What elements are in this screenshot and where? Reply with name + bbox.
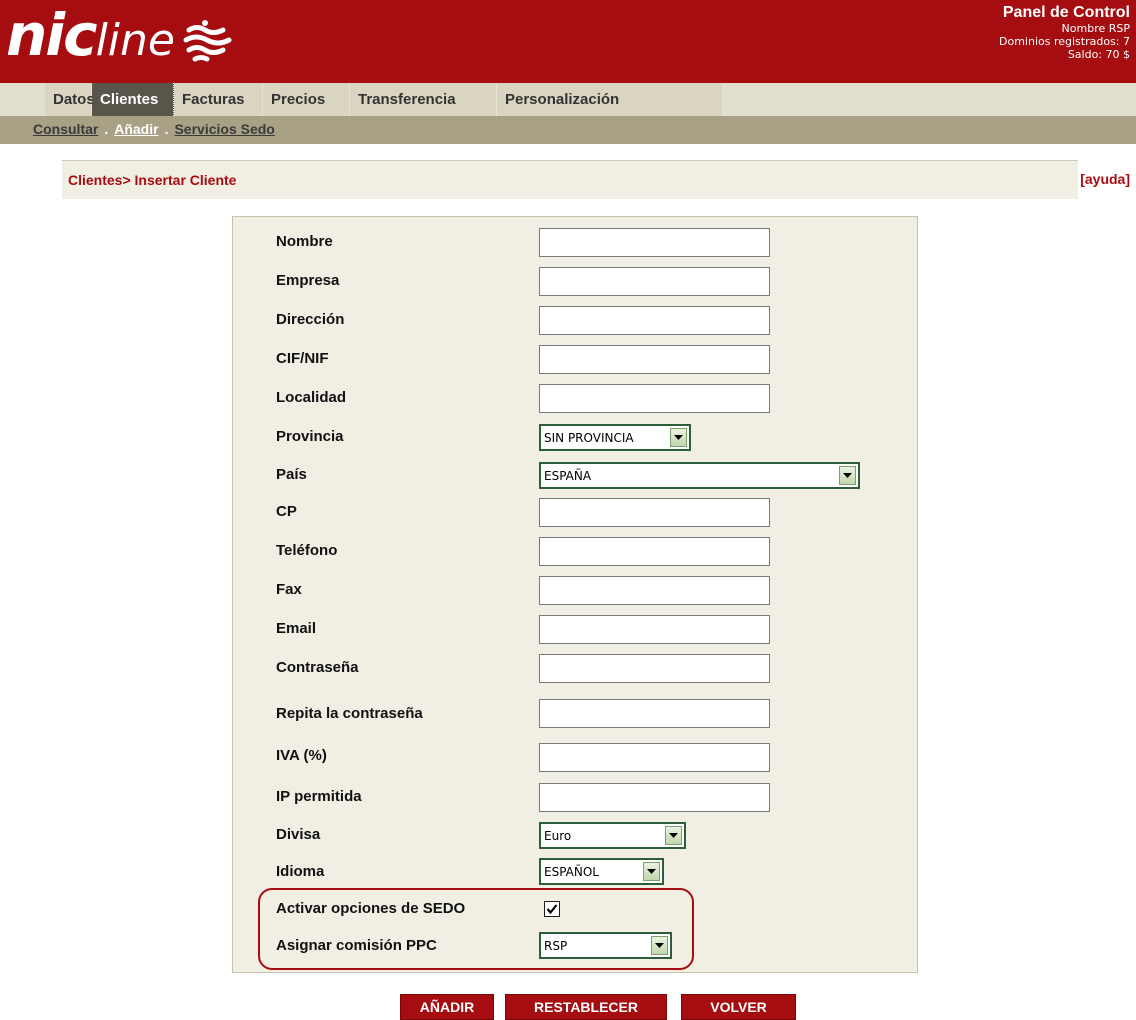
- ip-field[interactable]: [539, 783, 770, 812]
- provincia-select[interactable]: SIN PROVINCIA: [539, 424, 691, 451]
- telefono-field[interactable]: [539, 537, 770, 566]
- label-iva: IVA (%): [276, 747, 327, 764]
- idioma-select[interactable]: ESPAÑOL: [539, 858, 664, 885]
- label-provincia: Provincia: [276, 428, 344, 445]
- nicline-logo[interactable]: nicline: [6, 6, 233, 76]
- panel-info: Panel de Control Nombre RSP Dominios reg…: [999, 4, 1130, 61]
- chevron-down-icon[interactable]: [643, 862, 660, 881]
- user-name: Nombre RSP: [1061, 22, 1130, 35]
- submenu-separator: .: [104, 121, 109, 137]
- logo-text: nicline: [6, 1, 175, 69]
- checkmark-icon: [546, 904, 558, 915]
- label-email: Email: [276, 620, 317, 637]
- cif-field[interactable]: [539, 345, 770, 374]
- idioma-value: ESPAÑOL: [544, 864, 599, 879]
- submenu-separator: .: [164, 121, 169, 137]
- menu-item-clientes[interactable]: Clientes: [92, 83, 174, 116]
- label-ip: IP permitida: [276, 788, 362, 805]
- reset-button[interactable]: RESTABLECER: [505, 994, 667, 1020]
- breadcrumb: Clientes> Insertar Cliente: [68, 172, 237, 188]
- label-fax: Fax: [276, 581, 302, 598]
- password-field[interactable]: [539, 654, 770, 683]
- chevron-down-icon[interactable]: [665, 826, 682, 845]
- label-direccion: Dirección: [276, 311, 345, 328]
- sedo-checkbox[interactable]: [544, 901, 560, 917]
- localidad-field[interactable]: [539, 384, 770, 413]
- balance: Saldo: 70 $: [1067, 48, 1130, 61]
- pais-value: ESPAÑA: [544, 468, 592, 483]
- add-button[interactable]: AÑADIR: [400, 994, 494, 1020]
- label-divisa: Divisa: [276, 826, 321, 843]
- submenu-anadir[interactable]: Añadir: [114, 121, 158, 137]
- pais-select[interactable]: ESPAÑA: [539, 462, 860, 489]
- label-repita: Repita la contraseña: [276, 705, 423, 722]
- help-link[interactable]: [ayuda]: [1080, 171, 1130, 187]
- menu-item-personalizacion[interactable]: Personalización: [497, 83, 722, 116]
- chevron-down-icon[interactable]: [839, 466, 856, 485]
- ppc-value: RSP: [544, 938, 568, 953]
- domains-count: Dominios registrados: 7: [999, 35, 1130, 48]
- header-bar: nicline Panel de Control Nombre RSP Domi…: [0, 0, 1136, 83]
- label-idioma: Idioma: [276, 863, 325, 880]
- nombre-field[interactable]: [539, 228, 770, 257]
- menu-item-facturas[interactable]: Facturas: [174, 83, 263, 116]
- label-ppc: Asignar comisión PPC: [276, 937, 437, 954]
- divisa-value: Euro: [544, 828, 572, 843]
- label-cp: CP: [276, 503, 297, 520]
- ppc-select[interactable]: RSP: [539, 932, 672, 959]
- back-button[interactable]: VOLVER: [681, 994, 796, 1020]
- main-menu: Datos Clientes Facturas Precios Transfer…: [0, 83, 1136, 116]
- submenu-servicios-sedo[interactable]: Servicios Sedo: [174, 121, 274, 137]
- main-menu-items: Datos Clientes Facturas Precios Transfer…: [45, 83, 722, 116]
- email-field[interactable]: [539, 615, 770, 644]
- submenu-consultar[interactable]: Consultar: [33, 121, 98, 137]
- label-telefono: Teléfono: [276, 542, 338, 559]
- label-contrasena: Contraseña: [276, 659, 359, 676]
- cp-field[interactable]: [539, 498, 770, 527]
- sub-menu: Consultar . Añadir . Servicios Sedo: [0, 116, 1136, 144]
- label-cif: CIF/NIF: [276, 350, 329, 367]
- menu-item-datos[interactable]: Datos: [45, 83, 95, 116]
- divisa-select[interactable]: Euro: [539, 822, 686, 849]
- logo-waves-icon: [183, 20, 233, 69]
- provincia-value: SIN PROVINCIA: [544, 430, 634, 445]
- fax-field[interactable]: [539, 576, 770, 605]
- empresa-field[interactable]: [539, 267, 770, 296]
- iva-field[interactable]: [539, 743, 770, 772]
- label-empresa: Empresa: [276, 272, 340, 289]
- chevron-down-icon[interactable]: [670, 428, 687, 447]
- menu-item-transferencia[interactable]: Transferencia: [350, 83, 497, 116]
- label-sedo: Activar opciones de SEDO: [276, 900, 466, 917]
- direccion-field[interactable]: [539, 306, 770, 335]
- label-nombre: Nombre: [276, 233, 333, 250]
- panel-title: Panel de Control: [1002, 4, 1130, 21]
- chevron-down-icon[interactable]: [651, 936, 668, 955]
- label-pais: País: [276, 466, 307, 483]
- menu-item-precios[interactable]: Precios: [263, 83, 350, 116]
- password-confirm-field[interactable]: [539, 699, 770, 728]
- label-localidad: Localidad: [276, 389, 347, 406]
- breadcrumb-bar: Clientes> Insertar Cliente: [62, 160, 1078, 199]
